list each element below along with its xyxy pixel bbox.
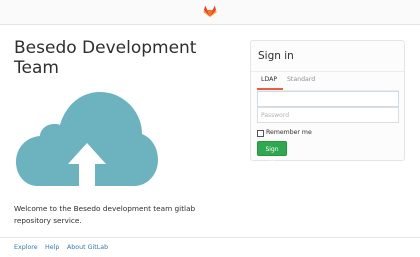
footer-link-about-gitlab[interactable]: About GitLab [67,243,108,253]
sign-in-button[interactable]: Sign in [257,141,287,166]
footer-link-help[interactable]: Help [45,243,59,253]
login-tabs: LDAP Standard [257,73,399,90]
login-panel: Sign in LDAP Standard Remember me Sign i… [250,40,405,166]
footer-links: Explore Help About GitLab [14,243,214,255]
footer-divider [0,237,420,238]
welcome-message: Welcome to the Besedo development team g… [14,204,196,225]
cloud-upload-icon [16,92,158,186]
login-header: Sign in [251,41,404,72]
remember-me-label[interactable]: Remember me [266,128,312,138]
brand-title: Besedo Development Team [14,38,197,78]
remember-me[interactable]: Remember me [257,128,337,138]
remember-me-checkbox[interactable] [257,130,264,137]
tab-ldap[interactable]: LDAP [261,75,277,85]
password-field[interactable] [257,107,399,123]
gitlab-logo-icon[interactable] [203,4,217,18]
top-bar [0,0,420,25]
login-title: Sign in [258,50,294,62]
tab-standard[interactable]: Standard [287,75,315,85]
username-field[interactable] [257,91,399,107]
footer-link-explore[interactable]: Explore [14,243,38,253]
